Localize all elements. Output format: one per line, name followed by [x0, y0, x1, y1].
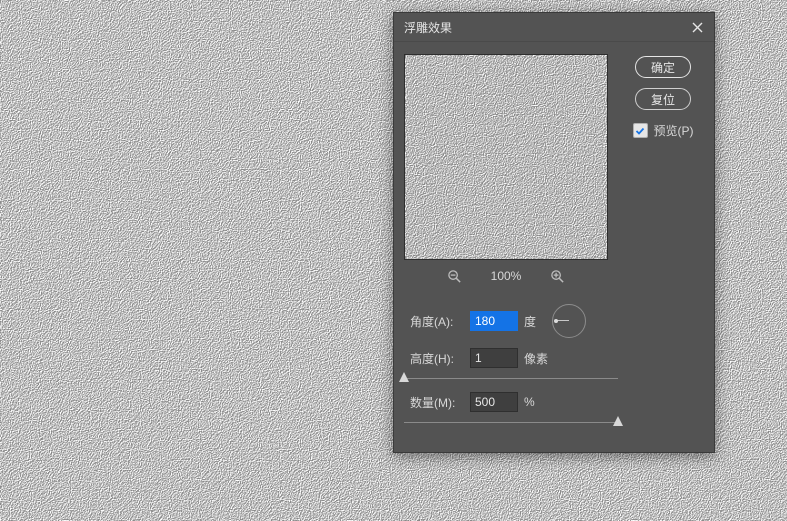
height-slider-handle[interactable] — [399, 372, 409, 382]
check-icon — [635, 126, 645, 136]
zoom-level: 100% — [491, 269, 522, 283]
ok-button[interactable]: 确定 — [635, 56, 691, 78]
close-button[interactable] — [688, 18, 706, 36]
zoom-in-icon — [550, 269, 565, 284]
zoom-in-button[interactable] — [549, 268, 565, 284]
dialog-titlebar[interactable]: 浮雕效果 — [394, 13, 714, 42]
emboss-dialog: 浮雕效果 — [393, 12, 715, 453]
amount-slider-handle[interactable] — [613, 416, 623, 426]
angle-label: 角度(A): — [410, 313, 464, 330]
height-label: 高度(H): — [410, 350, 464, 367]
amount-label: 数量(M): — [410, 394, 464, 411]
ok-button-label: 确定 — [651, 59, 675, 76]
reset-button-label: 复位 — [651, 91, 675, 108]
height-unit: 像素 — [524, 350, 548, 367]
angle-dial[interactable] — [552, 304, 586, 338]
dialog-title: 浮雕效果 — [404, 19, 688, 36]
amount-slider[interactable] — [404, 416, 618, 430]
preview-checkbox-row[interactable]: 预览(P) — [633, 122, 694, 139]
zoom-out-button[interactable] — [447, 268, 463, 284]
preview-checkbox[interactable] — [633, 123, 648, 138]
zoom-out-icon — [447, 269, 462, 284]
effect-preview[interactable] — [404, 54, 608, 260]
close-icon — [692, 22, 703, 33]
preview-checkbox-label: 预览(P) — [654, 122, 694, 139]
height-slider[interactable] — [404, 372, 618, 386]
reset-button[interactable]: 复位 — [635, 88, 691, 110]
angle-input[interactable] — [470, 311, 518, 331]
angle-unit: 度 — [524, 313, 536, 330]
amount-input[interactable] — [470, 392, 518, 412]
amount-unit: % — [524, 395, 535, 409]
height-input[interactable] — [470, 348, 518, 368]
